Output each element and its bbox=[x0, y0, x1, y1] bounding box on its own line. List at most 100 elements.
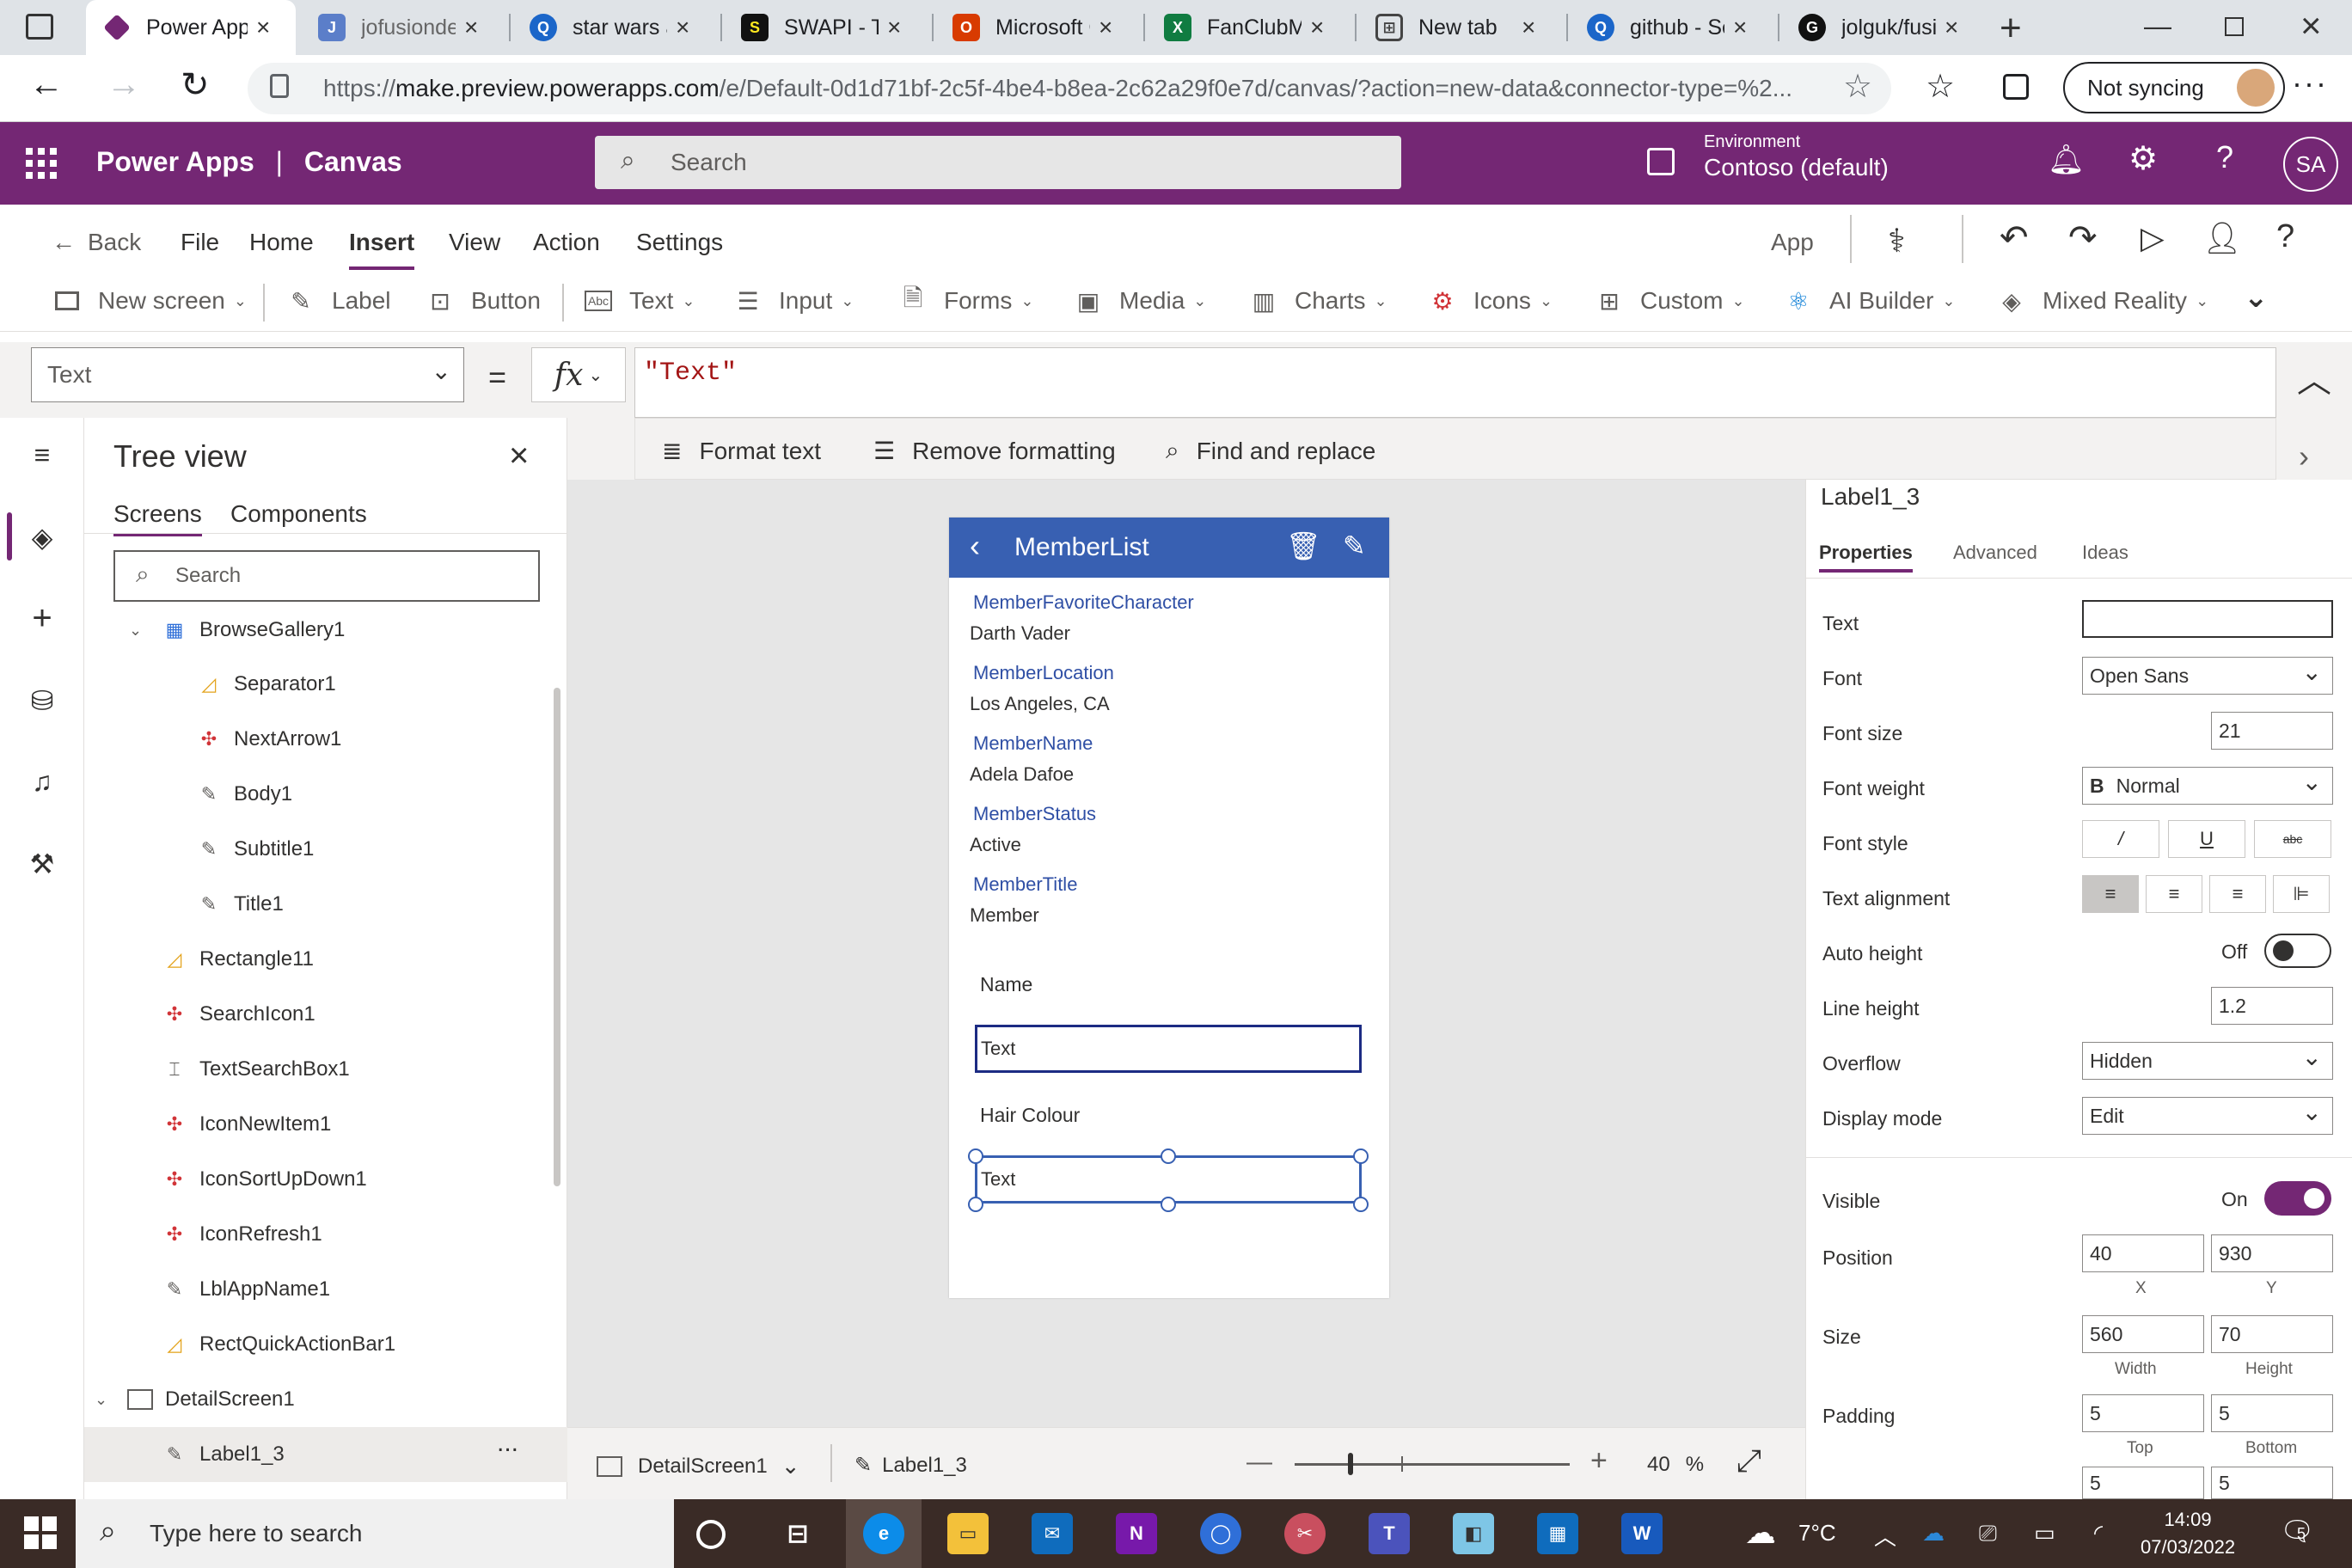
align-justify-icon[interactable]: ⊫ bbox=[2273, 875, 2330, 913]
font-size-input[interactable]: 21 bbox=[2211, 712, 2333, 750]
address-bar[interactable]: https://make.preview.powerapps.com/e/Def… bbox=[248, 63, 1891, 114]
insert-input-button[interactable]: ☰ Input ⌄ bbox=[734, 287, 854, 315]
insert-ai-builder-button[interactable]: ⚛ AI Builder ⌄ bbox=[1785, 287, 1955, 315]
app-checker-label[interactable]: App bbox=[1771, 229, 1814, 256]
header-search-box[interactable]: ⌕ Search bbox=[595, 136, 1401, 189]
tab-components[interactable]: Components bbox=[230, 500, 367, 528]
tab-screens[interactable]: Screens bbox=[113, 500, 202, 536]
insert-icons-button[interactable]: ⚙ Icons ⌄ bbox=[1429, 287, 1553, 315]
mail-icon[interactable]: ✉ bbox=[1032, 1513, 1073, 1554]
resize-handle[interactable] bbox=[968, 1197, 983, 1212]
close-tab-icon[interactable]: × bbox=[1310, 14, 1324, 41]
delete-trash-icon[interactable]: 🗑︎ bbox=[1286, 530, 1321, 562]
cortana-icon[interactable] bbox=[696, 1520, 726, 1549]
control-selector[interactable]: ✎ Label1_3 bbox=[854, 1453, 967, 1478]
collections-icon[interactable] bbox=[2003, 74, 2029, 100]
tree-node-textsearchbox1[interactable]: ⌶ TextSearchBox1 bbox=[160, 1045, 349, 1093]
screen-selector[interactable]: DetailScreen1 ⌄ bbox=[597, 1453, 800, 1479]
insert-button-button[interactable]: ⊡ Button bbox=[426, 287, 541, 315]
calendar-icon[interactable]: ▦ bbox=[1537, 1513, 1578, 1554]
preview-play-icon[interactable]: ▷ bbox=[2141, 220, 2165, 256]
close-tab-icon[interactable]: × bbox=[676, 14, 689, 41]
settings-gear-icon[interactable]: ⚙ bbox=[2128, 139, 2158, 178]
zoom-slider-thumb[interactable] bbox=[1348, 1453, 1353, 1475]
tree-node-searchicon1[interactable]: ✣ SearchIcon1 bbox=[160, 990, 315, 1038]
browser-tab[interactable]: Q github - Se × bbox=[1570, 0, 1776, 55]
tree-node-iconsortupdown1[interactable]: ✣ IconSortUpDown1 bbox=[160, 1155, 367, 1204]
name-text-input[interactable]: Text bbox=[975, 1025, 1362, 1073]
tree-node-separator1[interactable]: ◿ Separator1 bbox=[194, 660, 336, 708]
stethoscope-icon[interactable]: ⚕ bbox=[1888, 222, 1906, 260]
width-input[interactable]: 560 bbox=[2082, 1315, 2204, 1353]
collapse-formula-chevron-icon[interactable]: ︿ bbox=[2297, 352, 2331, 402]
remote-desktop-icon[interactable]: ◧ bbox=[1453, 1513, 1494, 1554]
menu-insert[interactable]: Insert bbox=[349, 229, 415, 270]
favorite-add-icon[interactable]: ☆ bbox=[1843, 67, 1872, 106]
expand-ribbon-chevron-icon[interactable]: ⌄ bbox=[2244, 280, 2269, 315]
forward-arrow-icon[interactable]: → bbox=[107, 65, 141, 104]
find-replace-button[interactable]: ⌕ Find and replace bbox=[1166, 437, 1375, 465]
sync-profile-button[interactable]: Not syncing bbox=[2063, 62, 2285, 113]
task-view-icon[interactable]: ⊟ bbox=[777, 1513, 818, 1554]
battery-icon[interactable]: ▭ bbox=[2034, 1520, 2055, 1547]
font-weight-dropdown[interactable]: B Normal bbox=[2082, 767, 2333, 805]
position-y-input[interactable]: 930 bbox=[2211, 1234, 2333, 1272]
tree-node-body1[interactable]: ✎ Body1 bbox=[194, 770, 292, 818]
formula-input[interactable]: "Text" bbox=[634, 347, 2276, 418]
new-tab-icon[interactable]: + bbox=[2000, 7, 2022, 50]
refresh-icon[interactable]: ↻ bbox=[181, 65, 210, 105]
undo-icon[interactable]: ↶ bbox=[2000, 218, 2029, 258]
close-tab-icon[interactable]: × bbox=[1733, 14, 1747, 41]
close-tab-icon[interactable]: × bbox=[1522, 14, 1535, 41]
zoom-slider[interactable] bbox=[1295, 1453, 1570, 1475]
teams-icon[interactable]: T bbox=[1369, 1513, 1410, 1554]
align-center-icon[interactable]: ≡ bbox=[2146, 875, 2202, 913]
weather-cloud-icon[interactable]: ☁ bbox=[1745, 1515, 1776, 1551]
padding-right-input[interactable]: 5 bbox=[2211, 1467, 2333, 1499]
close-tab-icon[interactable]: × bbox=[1099, 14, 1112, 41]
word-icon[interactable]: W bbox=[1621, 1513, 1663, 1554]
line-height-input[interactable]: 1.2 bbox=[2211, 987, 2333, 1025]
meet-now-icon[interactable]: ⎚ bbox=[1979, 1520, 1997, 1547]
tree-node-subtitle1[interactable]: ✎ Subtitle1 bbox=[194, 825, 315, 873]
align-left-icon[interactable]: ≡ bbox=[2082, 875, 2139, 913]
padding-left-input[interactable]: 5 bbox=[2082, 1467, 2204, 1499]
remove-formatting-button[interactable]: ☰ Remove formatting bbox=[873, 437, 1116, 465]
onedrive-icon[interactable]: ☁ bbox=[1922, 1520, 1945, 1547]
chevron-up-icon[interactable]: ︿ bbox=[1874, 1520, 1896, 1552]
edit-pencil-icon[interactable]: ✎ bbox=[1343, 530, 1366, 562]
wifi-icon[interactable]: ◜ bbox=[2094, 1520, 2103, 1547]
advanced-tools-icon[interactable]: ⚒ bbox=[24, 846, 60, 882]
format-text-button[interactable]: ≣ Format text bbox=[662, 437, 821, 465]
back-arrow-icon[interactable]: ‹ bbox=[970, 528, 980, 564]
resize-handle[interactable] bbox=[1161, 1148, 1176, 1164]
user-avatar[interactable]: SA bbox=[2283, 137, 2338, 192]
browser-tab[interactable]: O Microsoft C × bbox=[935, 0, 1142, 55]
restore-icon[interactable] bbox=[2225, 17, 2244, 36]
insert-text-button[interactable]: Abc Text ⌄ bbox=[585, 287, 695, 315]
close-tab-icon[interactable]: × bbox=[887, 14, 901, 41]
data-cylinder-icon[interactable]: ⛁ bbox=[24, 683, 60, 719]
padding-top-input[interactable]: 5 bbox=[2082, 1394, 2204, 1432]
auto-height-toggle[interactable] bbox=[2264, 934, 2331, 968]
app-launcher-icon[interactable] bbox=[26, 148, 57, 179]
insert-forms-button[interactable]: 🗎︎ Forms ⌄ bbox=[899, 285, 1034, 315]
taskbar-search[interactable]: ⌕ Type here to search bbox=[76, 1499, 674, 1568]
onenote-icon[interactable]: N bbox=[1116, 1513, 1157, 1554]
more-menu-icon[interactable]: ··· bbox=[2292, 65, 2328, 101]
resize-handle[interactable] bbox=[1161, 1197, 1176, 1212]
menu-file[interactable]: File bbox=[181, 229, 219, 256]
back-button[interactable]: ← Back bbox=[52, 229, 141, 256]
close-tab-icon[interactable]: × bbox=[1945, 14, 1958, 41]
font-dropdown[interactable]: Open Sans bbox=[2082, 657, 2333, 695]
tree-node-detailscreen1[interactable]: ⌄ DetailScreen1 bbox=[95, 1375, 295, 1424]
italic-button[interactable]: / bbox=[2082, 820, 2159, 858]
lock-icon[interactable] bbox=[270, 74, 289, 98]
close-tab-icon[interactable]: × bbox=[256, 14, 270, 41]
tree-search-input[interactable]: ⌕ Search bbox=[113, 550, 540, 602]
tree-scrollbar[interactable] bbox=[554, 688, 560, 1186]
redo-icon[interactable]: ↷ bbox=[2068, 218, 2098, 258]
tree-node-lblappname1[interactable]: ✎ LblAppName1 bbox=[160, 1265, 330, 1314]
system-clock[interactable]: 14:09 07/03/2022 bbox=[2141, 1506, 2235, 1561]
browser-tab[interactable]: S SWAPI - Th × bbox=[724, 0, 930, 55]
